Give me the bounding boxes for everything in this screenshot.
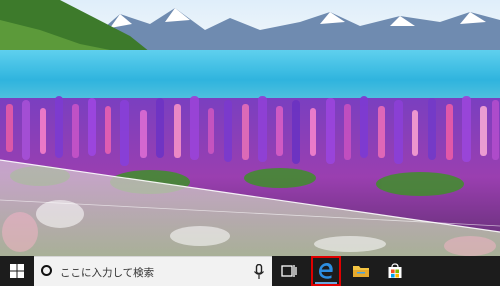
search-box[interactable]: ここに入力して検索 xyxy=(34,256,272,286)
microphone-icon[interactable] xyxy=(252,264,266,280)
edge-e-icon xyxy=(319,263,333,279)
store-bag-icon xyxy=(388,263,402,278)
file-explorer-button[interactable] xyxy=(346,256,376,286)
task-view-icon xyxy=(281,265,297,277)
cortana-circle-icon xyxy=(41,265,52,276)
taskbar: ここに入力して検索 xyxy=(0,256,500,286)
start-button[interactable] xyxy=(0,256,34,286)
lake-and-lupines-image xyxy=(0,0,500,256)
store-button[interactable] xyxy=(380,256,410,286)
active-indicator xyxy=(315,282,337,284)
search-placeholder: ここに入力して検索 xyxy=(60,267,155,279)
windows-logo-icon xyxy=(10,264,24,278)
folder-icon xyxy=(353,266,369,277)
edge-taskbar-button[interactable] xyxy=(311,256,341,286)
task-view-button[interactable] xyxy=(274,256,304,286)
desktop-wallpaper xyxy=(0,0,500,256)
